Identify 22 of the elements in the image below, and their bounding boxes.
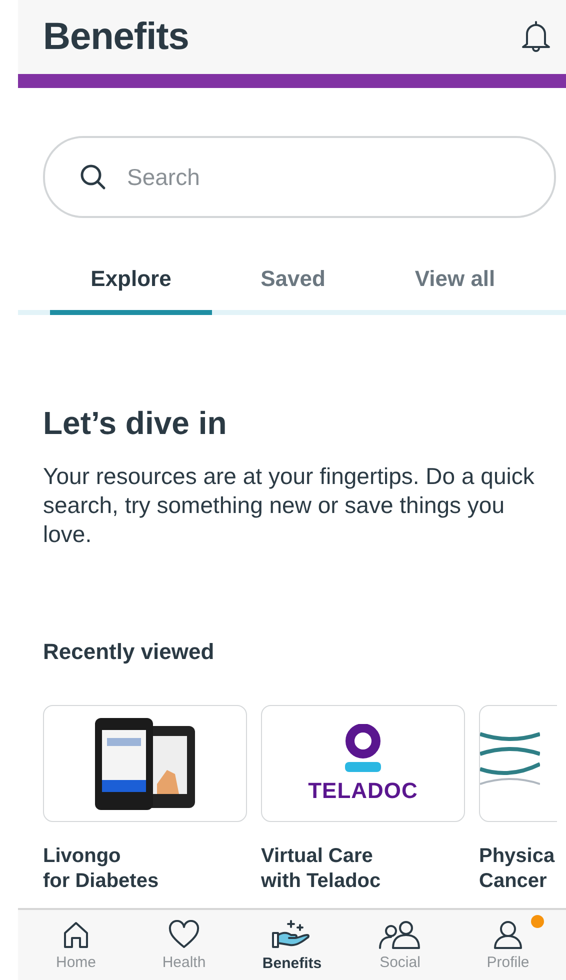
- card-title[interactable]: Virtual Care with Teladoc: [261, 844, 465, 894]
- home-icon: [61, 920, 91, 950]
- nav-item[interactable]: Benefits: [242, 918, 342, 972]
- heart-icon: [168, 920, 200, 950]
- person-icon: [492, 920, 524, 950]
- tab[interactable]: Saved: [212, 254, 374, 315]
- recently-viewed-heading: Recently viewed: [43, 639, 216, 665]
- logo-card[interactable]: TELADOC: [261, 705, 465, 822]
- page-title: Benefits: [43, 16, 189, 58]
- logo-text: TELADOC: [308, 778, 418, 804]
- section-heading: Let’s dive in: [43, 405, 228, 442]
- tab[interactable]: View all: [374, 254, 536, 315]
- search-input[interactable]: Search: [125, 162, 524, 192]
- tab[interactable]: Explore: [50, 254, 212, 315]
- intro-text: Your resources are at your fingertips. Do a quick search, try something new or save things you love.: [43, 462, 536, 549]
- card-title[interactable]: Physica Cancer: [479, 844, 557, 894]
- card-title[interactable]: Livongo for Diabetes: [43, 844, 247, 894]
- search-bar[interactable]: Search: [43, 136, 556, 218]
- people-icon: [378, 920, 422, 950]
- ring-logo-icon: [342, 724, 383, 774]
- search-icon: [79, 163, 107, 191]
- device-photo[interactable]: [43, 705, 247, 822]
